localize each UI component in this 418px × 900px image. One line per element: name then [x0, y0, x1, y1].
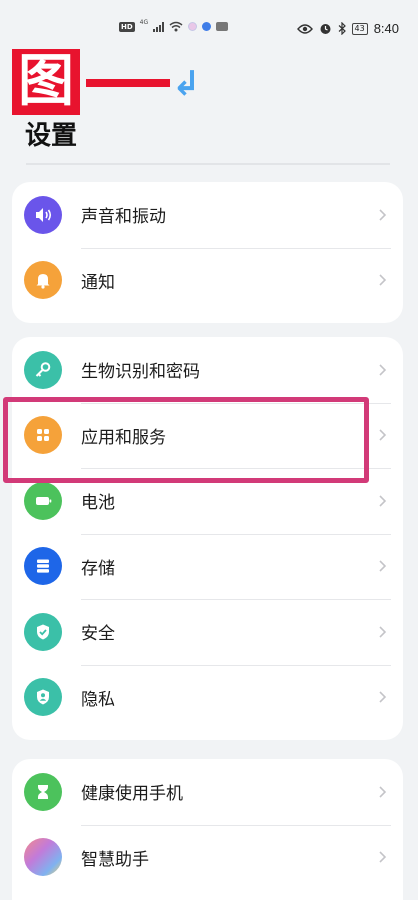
chevron-right-icon	[379, 691, 387, 703]
hd-badge: HD	[119, 21, 135, 32]
settings-item-storage[interactable]: 存储	[12, 533, 403, 600]
settings-item-label: 智慧助手	[81, 849, 149, 870]
battery-icon	[24, 481, 62, 520]
settings-group-1: 声音和振动 通知	[12, 182, 403, 323]
key-icon	[24, 350, 62, 389]
settings-item-label: 隐私	[81, 689, 115, 710]
annotation-label: 图 ↲	[12, 49, 202, 115]
settings-item-label: 声音和振动	[81, 207, 166, 228]
chevron-right-icon	[379, 495, 387, 507]
chevron-right-icon	[379, 274, 387, 286]
clock: 8:40	[373, 21, 399, 36]
chevron-right-icon	[379, 364, 387, 376]
eye-icon	[296, 23, 313, 34]
settings-item-biometrics[interactable]: 生物识别和密码	[12, 337, 403, 403]
settings-group-3: 健康使用手机 智慧助手	[12, 759, 403, 900]
settings-item-label: 安全	[81, 624, 115, 645]
app-badge-icon	[216, 22, 229, 31]
highlight-box	[3, 397, 369, 483]
settings-item-label: 生物识别和密码	[81, 362, 200, 383]
assistant-orb-icon	[24, 838, 62, 877]
settings-item-privacy[interactable]: 隐私	[12, 664, 403, 731]
battery-level: 43	[351, 22, 368, 35]
settings-item-label: 健康使用手机	[81, 784, 183, 805]
bell-icon	[24, 261, 62, 300]
signal-icon	[153, 21, 165, 32]
storage-icon	[24, 547, 62, 586]
chevron-right-icon	[379, 429, 387, 441]
chevron-right-icon	[379, 560, 387, 572]
music-app-icon	[202, 22, 212, 31]
settings-item-digital-balance[interactable]: 健康使用手机	[12, 759, 403, 825]
hourglass-icon	[24, 772, 62, 811]
privacy-shield-icon	[24, 678, 62, 717]
settings-item-notifications[interactable]: 通知	[12, 247, 403, 314]
wifi-icon	[169, 21, 183, 32]
status-left-indicators: HD 4G	[119, 19, 229, 32]
shield-check-icon	[24, 612, 62, 651]
speaker-icon	[24, 195, 62, 234]
app-notification-icon	[188, 22, 198, 31]
annotation-dash	[86, 79, 170, 87]
status-bar: HD 4G 43 8:40	[0, 0, 418, 56]
annotation-glyph: 图	[12, 49, 80, 115]
network-4g-label: 4G	[139, 19, 149, 26]
settings-item-smart-assistant[interactable]: 智慧助手	[12, 824, 403, 891]
settings-item-security[interactable]: 安全	[12, 599, 403, 665]
return-arrow-icon: ↲	[172, 64, 201, 104]
bluetooth-icon	[338, 22, 346, 35]
settings-item-label: 存储	[81, 558, 115, 579]
chevron-right-icon	[379, 209, 387, 221]
settings-item-label: 通知	[81, 272, 115, 293]
chevron-right-icon	[379, 786, 387, 798]
page-title: 设置	[25, 121, 78, 151]
title-divider	[26, 163, 390, 165]
settings-item-label: 电池	[81, 493, 115, 514]
chevron-right-icon	[379, 626, 387, 638]
alarm-icon	[320, 24, 330, 34]
chevron-right-icon	[379, 851, 387, 863]
settings-item-sound[interactable]: 声音和振动	[12, 182, 403, 248]
status-right-indicators: 43 8:40	[296, 21, 399, 36]
